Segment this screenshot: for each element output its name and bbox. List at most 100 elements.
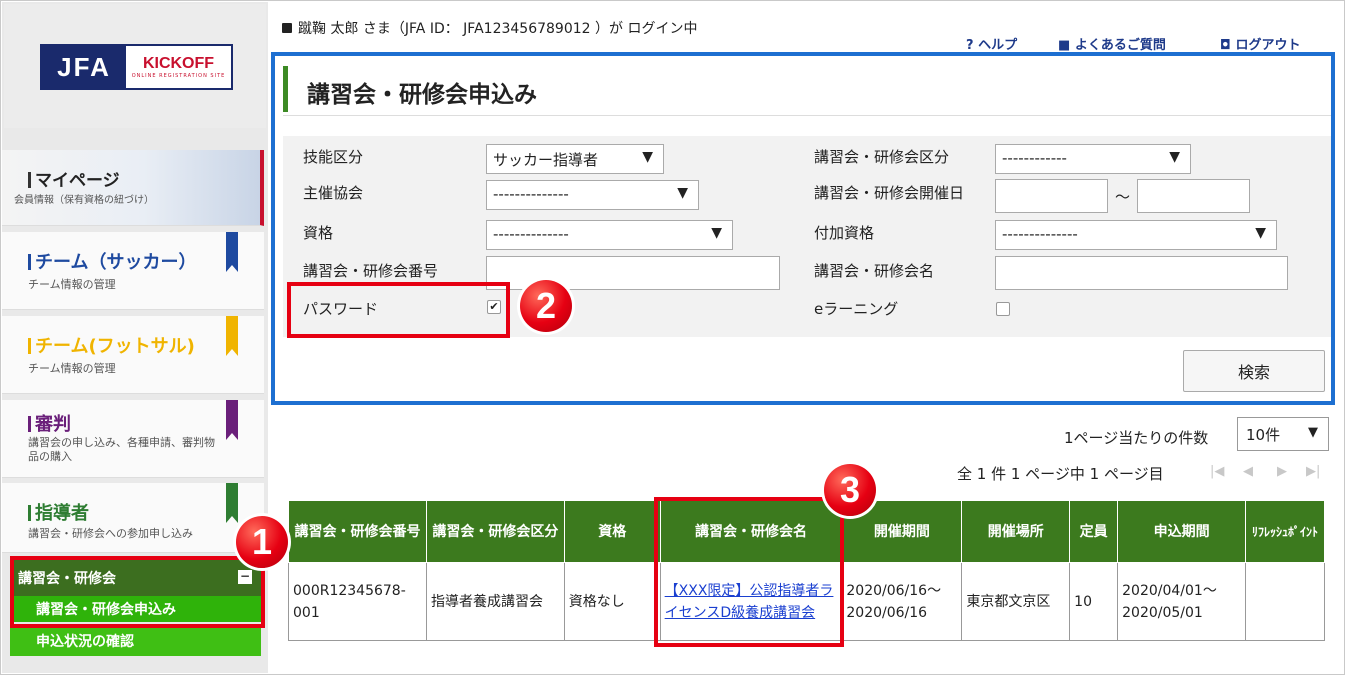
highlight-box-course-name (654, 497, 844, 647)
page-info: 全 1 件 1 ページ中 1 ページ目 (957, 465, 1164, 483)
logout-link[interactable]: ◘ ログアウト (1220, 34, 1300, 53)
help-label: ヘルプ (978, 38, 1018, 53)
dropdown-arrow-icon: ▼ (711, 225, 722, 241)
column-header: 開催場所 (961, 500, 1071, 563)
search-panel: 講習会・研修会申込み 技能区分 サッカー指導者 ▼ 主催協会 ----------… (271, 52, 1335, 405)
sidebar-item-label: マイページ (35, 171, 120, 191)
per-page-select[interactable]: 10件 ▼ (1237, 417, 1329, 451)
column-header: 申込期間 (1117, 500, 1247, 563)
license-select[interactable]: -------------- ▼ (486, 220, 733, 250)
submenu-item-status[interactable]: 申込状況の確認 (10, 626, 261, 656)
logout-label: ログアウト (1235, 38, 1301, 53)
help-link[interactable]: ? ヘルプ (966, 34, 1017, 53)
label-elearning: eラーニング (814, 300, 899, 318)
date-to-input[interactable] (1137, 179, 1250, 213)
logo-area: JFA KICKOFF ONLINE REGISTRATION SITE (4, 4, 266, 128)
host-select[interactable]: -------------- ▼ (486, 180, 699, 210)
logo-kickoff-text: KICKOFF (142, 55, 215, 72)
per-page-label: 1ページ当たりの件数 (1064, 429, 1209, 447)
sidebar-item-label: 指導者 (35, 503, 89, 524)
cell-capacity: 10 (1069, 562, 1119, 641)
license-select-value: -------------- (493, 225, 569, 243)
next-page-icon[interactable]: ▶ (1277, 464, 1287, 479)
bookmark-ribbon-icon (226, 316, 238, 356)
first-page-icon[interactable]: |◀ (1210, 464, 1224, 479)
faq-label: よくあるご質問 (1074, 38, 1166, 53)
sidebar-item-referee[interactable]: 審判 講習会の申し込み、各種申請、審判物品の購入 (2, 400, 264, 478)
label-course-date: 講習会・研修会開催日 (814, 184, 965, 202)
last-page-icon[interactable]: ▶| (1306, 464, 1320, 479)
dropdown-arrow-icon: ▼ (1308, 425, 1318, 440)
sidebar-item-sub: 講習会・研修会への参加申し込み (28, 527, 193, 540)
date-from-input[interactable] (995, 179, 1108, 213)
date-separator: ～ (1115, 188, 1131, 206)
sidebar-item-team-futsal[interactable]: チーム(フットサル) チーム情報の管理 (2, 316, 264, 394)
cell-place: 東京都文京区 (961, 562, 1071, 641)
chat-icon: ■ (1058, 38, 1071, 53)
dropdown-arrow-icon: ▼ (642, 149, 653, 165)
elearning-checkbox[interactable] (996, 302, 1010, 316)
per-page-value: 10件 (1246, 426, 1281, 444)
sidebar-item-mypage[interactable]: マイページ 会員情報（保有資格の紐づけ） (2, 150, 264, 226)
cell-license: 資格なし (563, 562, 661, 641)
dropdown-arrow-icon: ▼ (677, 185, 688, 201)
course-type-select-value: ------------ (1002, 149, 1067, 167)
label-course-name: 講習会・研修会名 (814, 262, 935, 280)
extra-license-select[interactable]: -------------- ▼ (995, 220, 1277, 250)
bookmark-ribbon-icon (226, 232, 238, 272)
sidebar-item-label: チーム(フットサル) (35, 336, 195, 357)
host-select-value: -------------- (493, 185, 569, 203)
sidebar-item-sub: 会員情報（保有資格の紐づけ） (14, 195, 154, 206)
highlight-box-submenu (10, 556, 265, 628)
logo-tagline: ONLINE REGISTRATION SITE (131, 73, 226, 79)
extra-license-select-value: -------------- (1002, 225, 1078, 243)
cell-refresh-point (1245, 562, 1325, 641)
highlight-box-password (287, 282, 510, 338)
bookmark-ribbon-icon (226, 400, 238, 440)
cell-course-type: 指導者養成講習会 (425, 562, 565, 641)
bookmark-ribbon-icon (226, 483, 238, 523)
label-host: 主催協会 (303, 184, 364, 202)
column-header: 講習会・研修会番号 (288, 500, 427, 563)
column-header: 定員 (1069, 500, 1119, 563)
label-extra-license: 付加資格 (814, 224, 875, 242)
callout-badge-2: 2 (520, 280, 572, 332)
column-header: 資格 (563, 500, 661, 563)
callout-badge-3: 3 (824, 464, 876, 516)
lock-icon (282, 23, 292, 33)
course-type-select[interactable]: ------------ ▼ (995, 144, 1191, 174)
login-status: 蹴鞠 太郎 さま（JFA ID： JFA123456789012 ）が ログイン… (282, 18, 697, 38)
sidebar-item-team-soccer[interactable]: チーム（サッカー） チーム情報の管理 (2, 232, 264, 310)
sidebar-item-sub: チーム情報の管理 (28, 362, 116, 375)
faq-link[interactable]: ■ よくあるご質問 (1058, 34, 1166, 53)
sidebar-item-sub: チーム情報の管理 (28, 278, 116, 291)
column-header: ﾘﾌﾚｯｼｭﾎﾟｲﾝﾄ (1245, 500, 1325, 563)
lock-icon: ◘ (1220, 38, 1231, 53)
dropdown-arrow-icon: ▼ (1255, 225, 1266, 241)
submenu-item-label: 申込状況の確認 (36, 634, 134, 650)
course-name-input[interactable] (995, 256, 1288, 290)
page-title-bar: 講習会・研修会申込み (283, 62, 1331, 116)
login-status-text: 蹴鞠 太郎 さま（JFA ID： JFA123456789012 ）が ログイン… (298, 21, 698, 37)
page-title: 講習会・研修会申込み (307, 82, 537, 108)
sidebar-item-label: 審判 (35, 414, 71, 435)
label-course-type: 講習会・研修会区分 (814, 148, 950, 166)
skill-select-value: サッカー指導者 (493, 151, 599, 169)
label-license: 資格 (303, 224, 334, 242)
skill-select[interactable]: サッカー指導者 ▼ (486, 144, 664, 174)
prev-page-icon[interactable]: ◀ (1243, 464, 1253, 479)
label-course-no: 講習会・研修会番号 (303, 262, 439, 280)
sidebar-item-label: チーム（サッカー） (35, 252, 197, 273)
column-header: 講習会・研修会区分 (425, 500, 565, 563)
label-skill: 技能区分 (303, 148, 364, 166)
sidebar-item-sub: 講習会の申し込み、各種申請、審判物品の購入 (28, 436, 215, 463)
cell-course-no: 000R12345678-001 (288, 562, 427, 641)
sidebar-item-coach[interactable]: 指導者 講習会・研修会への参加申し込み (2, 483, 264, 553)
jfa-kickoff-logo[interactable]: JFA KICKOFF ONLINE REGISTRATION SITE (40, 44, 233, 90)
dropdown-arrow-icon: ▼ (1169, 149, 1180, 165)
help-icon: ? (966, 38, 974, 53)
callout-badge-1: 1 (236, 516, 288, 568)
cell-period: 2020/06/16～2020/06/16 (841, 562, 963, 641)
cell-apply-period: 2020/04/01～2020/05/01 (1117, 562, 1247, 641)
search-button[interactable]: 検索 (1183, 350, 1325, 392)
